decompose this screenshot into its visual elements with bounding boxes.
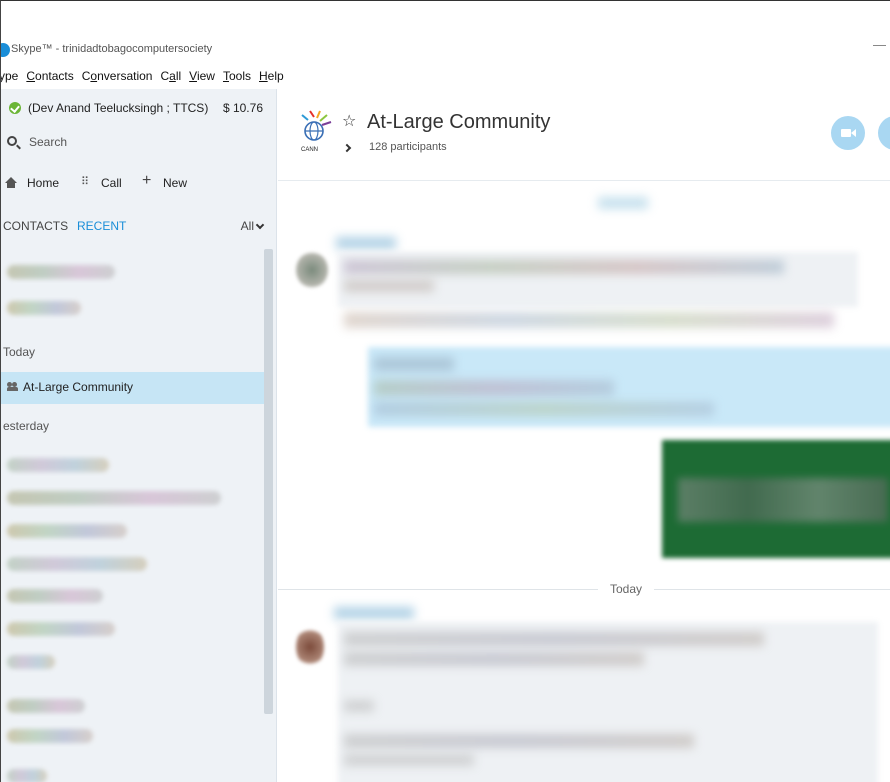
- icann-logo-icon[interactable]: CANN: [298, 109, 334, 153]
- list-item[interactable]: [7, 491, 221, 505]
- message-text: [344, 260, 784, 274]
- shared-image-text: [678, 478, 888, 522]
- home-button[interactable]: Home: [27, 176, 59, 190]
- chevron-down-icon: [255, 220, 265, 230]
- day-divider: Today: [278, 580, 890, 600]
- list-item[interactable]: [7, 699, 85, 713]
- favorite-star-icon[interactable]: ☆: [342, 111, 356, 131]
- profile-name: (Dev Anand Teelucksingh ; TTCS): [28, 101, 209, 115]
- message-timestamp: [598, 197, 648, 209]
- online-status-icon: [9, 102, 21, 114]
- call-button[interactable]: Call: [101, 176, 122, 190]
- menu-tools[interactable]: Tools: [223, 69, 251, 89]
- menu-call[interactable]: Call: [160, 69, 181, 89]
- sender-name: [336, 237, 396, 249]
- tab-recent[interactable]: RECENT: [77, 219, 126, 233]
- menu-skype[interactable]: ype: [1, 69, 18, 89]
- list-item[interactable]: [7, 265, 115, 279]
- message-text: [344, 312, 834, 328]
- menu-bar: ype Contacts Conversation Call View Tool…: [1, 69, 292, 89]
- skype-window: Skype™ - trinidadtobagocomputersociety —…: [0, 0, 890, 782]
- sender-name: [334, 607, 414, 619]
- conversation-item-at-large-community[interactable]: At-Large Community: [1, 372, 264, 404]
- home-icon[interactable]: [5, 177, 17, 188]
- list-item[interactable]: [7, 769, 47, 782]
- avatar[interactable]: [296, 252, 328, 288]
- conversation-item-label: At-Large Community: [23, 380, 134, 394]
- message-text: [344, 700, 374, 712]
- list-item[interactable]: [7, 729, 93, 743]
- divider-line: [654, 589, 890, 590]
- list-item[interactable]: [7, 655, 55, 669]
- skype-credit[interactable]: $ 10.76: [223, 101, 263, 115]
- menu-contacts[interactable]: Contacts: [26, 69, 73, 89]
- list-item[interactable]: [7, 589, 103, 603]
- minimize-button[interactable]: —: [873, 37, 886, 52]
- plus-icon[interactable]: +: [142, 172, 151, 190]
- tab-contacts[interactable]: CONTACTS: [3, 219, 68, 233]
- menu-conversation[interactable]: Conversation: [82, 69, 153, 89]
- window-title: Skype™ - trinidadtobagocomputersociety: [11, 43, 213, 55]
- group-label-today: Today: [3, 345, 36, 359]
- menu-help[interactable]: Help: [259, 69, 284, 89]
- conversation-header: CANN ☆ At-Large Community 128 participan…: [278, 89, 890, 181]
- filter-dropdown[interactable]: All: [241, 219, 265, 233]
- menu-view[interactable]: View: [189, 69, 215, 89]
- divider-line: [278, 589, 598, 590]
- sidebar-actions: Home ⠿ Call + New: [1, 172, 271, 194]
- own-message-text: [374, 357, 454, 371]
- svg-text:CANN: CANN: [301, 147, 318, 153]
- list-item[interactable]: [7, 557, 147, 571]
- profile-row[interactable]: (Dev Anand Teelucksingh ; TTCS) $ 10.76: [1, 99, 271, 119]
- list-item[interactable]: [7, 458, 109, 472]
- title-bar: Skype™ - trinidadtobagocomputersociety —: [1, 1, 890, 69]
- own-message-text: [374, 402, 714, 416]
- day-divider-label: Today: [610, 582, 643, 596]
- participants-count[interactable]: 128 participants: [369, 141, 447, 153]
- message-history: Today: [278, 182, 890, 782]
- list-item[interactable]: [7, 622, 115, 636]
- message-text: [344, 734, 694, 748]
- conversation-title: At-Large Community: [367, 111, 551, 133]
- search-icon: [7, 136, 17, 146]
- message-text: [344, 632, 764, 646]
- conversation-pane: CANN ☆ At-Large Community 128 participan…: [278, 89, 890, 782]
- message-text: [344, 754, 474, 766]
- skype-logo-icon: [1, 43, 10, 57]
- own-message-text: [374, 380, 614, 396]
- group-icon: [7, 382, 18, 392]
- new-button[interactable]: New: [163, 176, 187, 190]
- avatar[interactable]: [296, 627, 324, 667]
- list-item[interactable]: [7, 301, 81, 315]
- dialpad-icon[interactable]: ⠿: [81, 175, 89, 188]
- search-input[interactable]: Search: [1, 133, 271, 153]
- sidebar: (Dev Anand Teelucksingh ; TTCS) $ 10.76 …: [1, 89, 277, 782]
- group-label-yesterday: esterday: [3, 419, 50, 433]
- video-call-button[interactable]: [831, 116, 865, 150]
- search-label: Search: [29, 135, 68, 149]
- contact-tabs: CONTACTS RECENT All: [1, 217, 271, 237]
- sidebar-scrollbar[interactable]: [264, 249, 273, 714]
- message-text: [344, 280, 434, 292]
- chevron-right-icon[interactable]: [342, 143, 352, 153]
- list-item[interactable]: [7, 524, 127, 538]
- audio-call-button[interactable]: [878, 116, 890, 150]
- message-text: [344, 652, 644, 666]
